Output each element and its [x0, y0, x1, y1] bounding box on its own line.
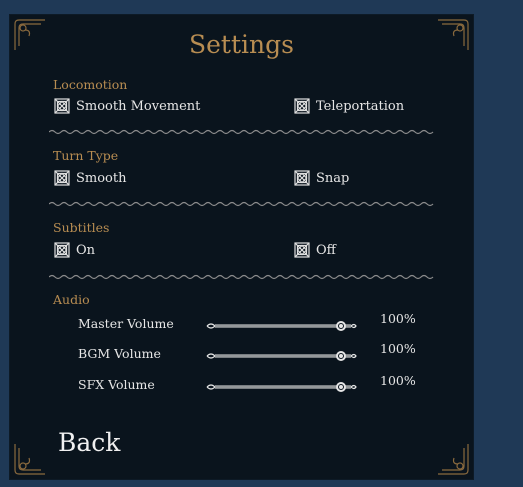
slider-label-bgm-volume: BGM Volume: [78, 346, 161, 361]
back-button[interactable]: Back: [58, 428, 120, 457]
bgm-volume-slider[interactable]: [205, 349, 357, 363]
sfx-volume-value: 100%: [380, 373, 416, 388]
ornate-checkbox-icon[interactable]: [294, 98, 310, 114]
ornate-checkbox-icon[interactable]: [54, 98, 70, 114]
option-on[interactable]: On: [54, 242, 95, 258]
option-label: On: [76, 242, 96, 258]
section-label-turn-type: Turn Type: [53, 148, 119, 163]
slider-knob-icon[interactable]: [336, 351, 346, 361]
section-label-locomotion: Locomotion: [53, 77, 128, 92]
ornamental-divider: [49, 201, 437, 207]
option-label: Smooth Movement: [76, 98, 201, 114]
option-label: Snap: [316, 170, 350, 186]
ornamental-divider: [49, 129, 437, 135]
bgm-volume-value: 100%: [380, 341, 416, 356]
option-smooth-movement[interactable]: Smooth Movement: [54, 98, 200, 114]
option-label: Off: [316, 242, 336, 258]
master-volume-value: 100%: [380, 311, 416, 326]
slider-knob-icon[interactable]: [336, 382, 346, 392]
section-label-subtitles: Subtitles: [53, 220, 110, 235]
option-smooth[interactable]: Smooth: [54, 170, 126, 186]
ornate-checkbox-icon[interactable]: [294, 242, 310, 258]
option-label: Smooth: [76, 170, 127, 186]
corner-ornament-icon: [11, 442, 47, 478]
master-volume-slider[interactable]: [205, 319, 357, 333]
option-off[interactable]: Off: [294, 242, 336, 258]
sfx-volume-slider[interactable]: [205, 380, 357, 394]
option-teleportation[interactable]: Teleportation: [294, 98, 404, 114]
option-label: Teleportation: [316, 98, 405, 114]
slider-label-sfx-volume: SFX Volume: [78, 377, 155, 392]
corner-ornament-icon: [436, 442, 472, 478]
ornate-checkbox-icon[interactable]: [294, 170, 310, 186]
section-label-audio: Audio: [53, 292, 90, 307]
option-snap[interactable]: Snap: [294, 170, 349, 186]
settings-panel: Settings Locomotion Smooth Movement Tele…: [9, 14, 474, 480]
slider-label-master-volume: Master Volume: [78, 316, 174, 331]
ornate-checkbox-icon[interactable]: [54, 170, 70, 186]
ornamental-divider: [49, 274, 437, 280]
page-title: Settings: [189, 30, 294, 59]
ornate-checkbox-icon[interactable]: [54, 242, 70, 258]
slider-knob-icon[interactable]: [336, 321, 346, 331]
